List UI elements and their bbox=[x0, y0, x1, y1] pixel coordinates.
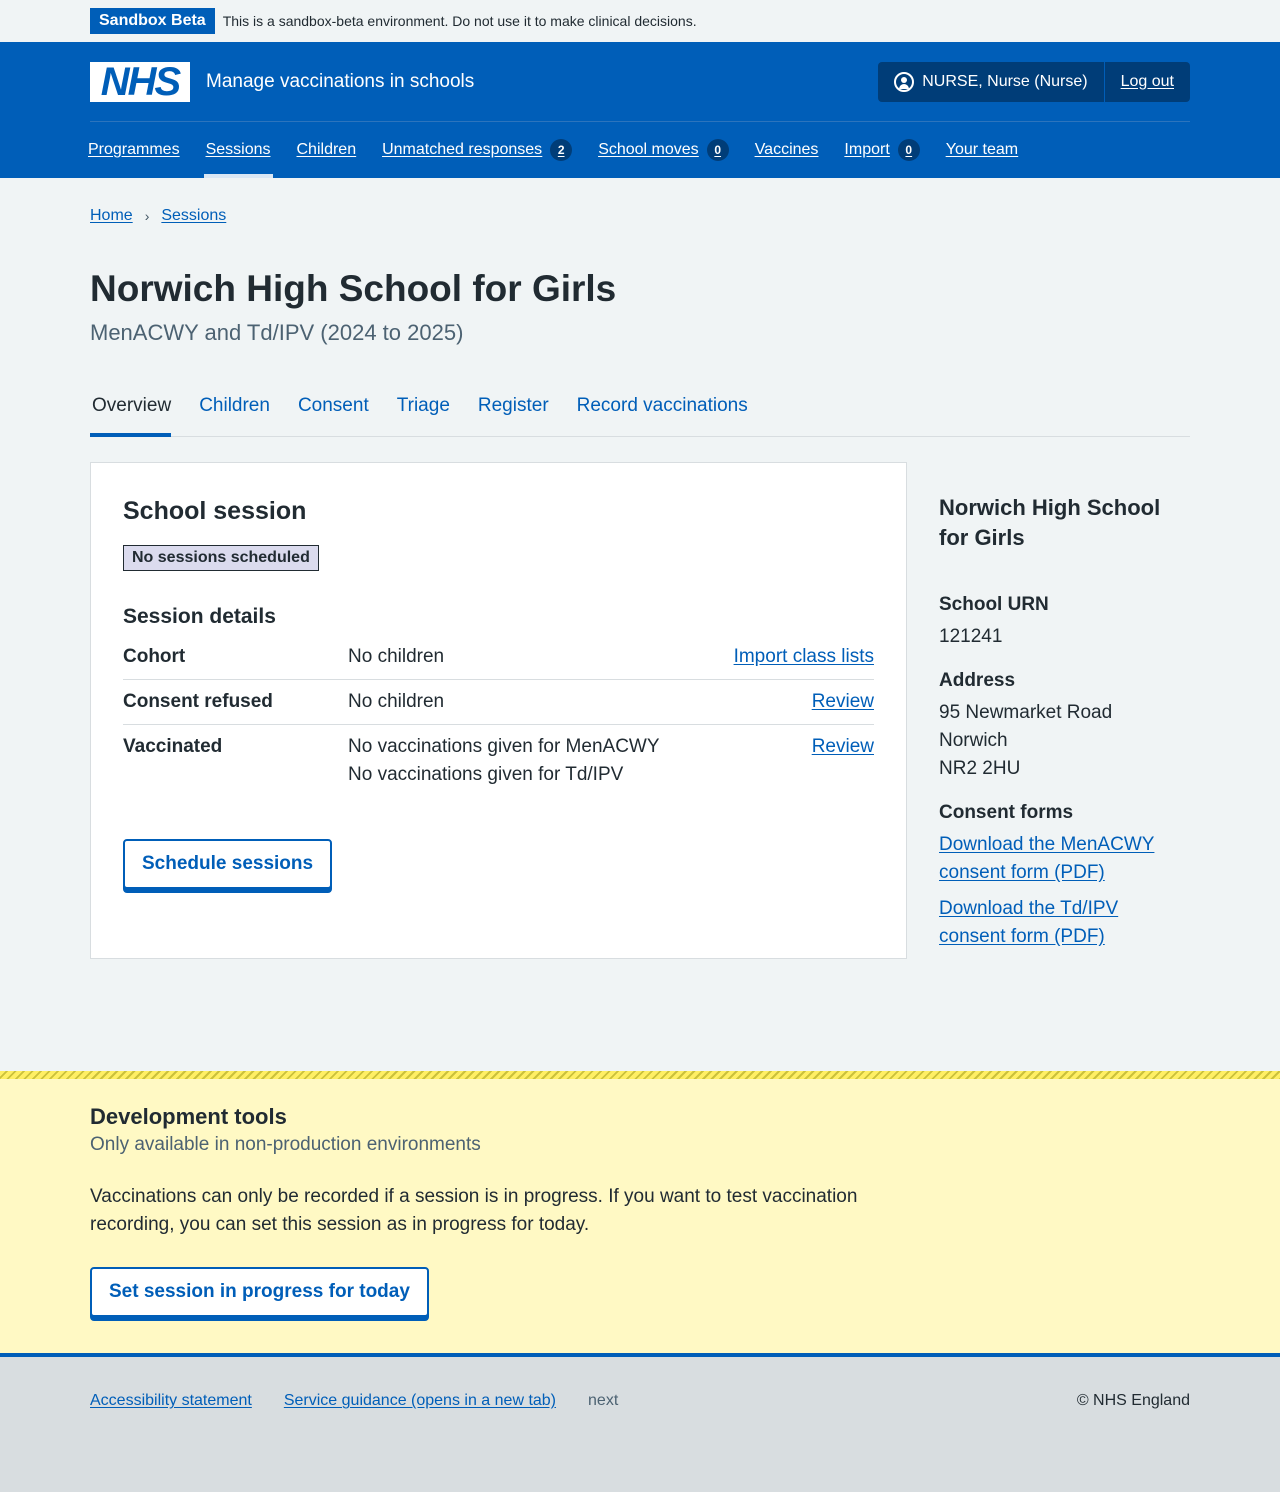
sidebar-title: Norwich High School for Girls bbox=[939, 495, 1161, 550]
nav-vaccines[interactable]: Vaccines bbox=[755, 122, 819, 178]
school-info-sidebar: Norwich High School for Girls School URN… bbox=[939, 462, 1190, 959]
tab-triage[interactable]: Triage bbox=[397, 379, 450, 436]
download-tdipv-consent-link[interactable]: Download the Td/IPV consent form (PDF) bbox=[939, 895, 1190, 951]
service-name: Manage vaccinations in schools bbox=[206, 70, 475, 92]
dev-tools-title: Development tools bbox=[90, 1104, 287, 1129]
set-session-in-progress-button[interactable]: Set session in progress for today bbox=[90, 1267, 429, 1317]
card-title: School session bbox=[123, 497, 307, 525]
breadcrumb-home[interactable]: Home bbox=[90, 202, 133, 230]
environment-label: next bbox=[588, 1392, 619, 1409]
tab-overview[interactable]: Overview bbox=[90, 379, 172, 437]
logout-link[interactable]: Log out bbox=[1105, 62, 1190, 102]
nav-count-badge: 0 bbox=[897, 139, 920, 161]
nav-children[interactable]: Children bbox=[297, 122, 357, 178]
summary-key: Vaccinated bbox=[123, 736, 223, 757]
page-caption: MenACWY and Td/IPV (2024 to 2025) bbox=[90, 320, 464, 345]
breadcrumb-sessions[interactable]: Sessions bbox=[161, 202, 226, 230]
summary-value: No children bbox=[348, 691, 445, 712]
summary-key: Consent refused bbox=[123, 691, 273, 712]
page-title: Norwich High School for Girls bbox=[90, 268, 617, 309]
session-summary-list: Cohort No children Import class lists Co… bbox=[123, 635, 874, 797]
tab-record-vaccinations[interactable]: Record vaccinations bbox=[577, 379, 748, 436]
status-badge: No sessions scheduled bbox=[123, 545, 319, 571]
schedule-sessions-button[interactable]: Schedule sessions bbox=[123, 839, 333, 889]
sandbox-text: This is a sandbox-beta environment. Do n… bbox=[222, 13, 697, 29]
tab-register[interactable]: Register bbox=[478, 379, 549, 436]
site-header: NHS Manage vaccinations in schools NURSE… bbox=[0, 42, 1280, 178]
summary-row-vaccinated: Vaccinated No vaccinations given for Men… bbox=[123, 725, 874, 797]
nav-school-moves[interactable]: School moves 0 bbox=[598, 122, 729, 178]
import-class-lists-link[interactable]: Import class lists bbox=[734, 646, 874, 667]
summary-row-cohort: Cohort No children Import class lists bbox=[123, 635, 874, 680]
site-footer: Accessibility statement Service guidance… bbox=[0, 1353, 1280, 1492]
account-user: NURSE, Nurse (Nurse) bbox=[878, 61, 1105, 102]
nav-your-team[interactable]: Your team bbox=[946, 122, 1018, 178]
dev-tools-subtitle: Only available in non-production environ… bbox=[90, 1134, 481, 1155]
tab-consent[interactable]: Consent bbox=[298, 379, 369, 436]
address-label: Address bbox=[939, 670, 1016, 691]
download-menacwy-consent-link[interactable]: Download the MenACWY consent form (PDF) bbox=[939, 831, 1190, 887]
urn-value: 121241 bbox=[939, 626, 1003, 647]
secondary-nav: Overview Children Consent Triage Registe… bbox=[90, 379, 1190, 437]
development-tools: Development tools Only available in non-… bbox=[0, 1071, 1280, 1353]
sandbox-banner: Sandbox Beta This is a sandbox-beta envi… bbox=[0, 0, 1280, 42]
summary-row-consent-refused: Consent refused No children Review bbox=[123, 680, 874, 725]
nav-sessions[interactable]: Sessions bbox=[203, 122, 273, 178]
summary-value: No vaccinations given for MenACWY No vac… bbox=[348, 736, 660, 785]
primary-nav: Programmes Sessions Children Unmatched r… bbox=[88, 122, 1190, 178]
session-details-heading: Session details bbox=[123, 605, 276, 628]
dev-tools-text: Vaccinations can only be recorded if a s… bbox=[90, 1186, 858, 1235]
breadcrumb: Home › Sessions bbox=[90, 178, 1190, 244]
nav-count-badge: 0 bbox=[706, 139, 729, 161]
sandbox-tag: Sandbox Beta bbox=[90, 8, 215, 34]
school-session-card: School session No sessions scheduled Ses… bbox=[90, 462, 907, 959]
user-name: NURSE, Nurse (Nurse) bbox=[922, 72, 1088, 90]
urn-label: School URN bbox=[939, 594, 1049, 615]
consent-forms-label: Consent forms bbox=[939, 802, 1074, 823]
nav-programmes[interactable]: Programmes bbox=[88, 122, 180, 178]
nav-import[interactable]: Import 0 bbox=[844, 122, 920, 178]
user-icon bbox=[894, 71, 915, 92]
copyright: © NHS England bbox=[1076, 1392, 1190, 1409]
review-vaccinated-link[interactable]: Review bbox=[812, 736, 874, 757]
account-menu: NURSE, Nurse (Nurse) Log out bbox=[878, 61, 1190, 102]
nav-count-badge: 2 bbox=[550, 139, 573, 161]
nav-unmatched-responses[interactable]: Unmatched responses 2 bbox=[382, 122, 573, 178]
chevron-right-icon: › bbox=[144, 208, 150, 224]
review-consent-refused-link[interactable]: Review bbox=[812, 691, 874, 712]
address-value: 95 Newmarket Road Norwich NR2 2HU bbox=[939, 702, 1113, 779]
tab-children[interactable]: Children bbox=[199, 379, 270, 436]
service-guidance-link[interactable]: Service guidance (opens in a new tab) bbox=[284, 1387, 556, 1415]
main-content: Home › Sessions Norwich High School for … bbox=[90, 178, 1190, 959]
home-logo-link[interactable]: NHS Manage vaccinations in schools bbox=[90, 61, 475, 102]
nhs-logo: NHS bbox=[90, 61, 190, 102]
summary-value: No children bbox=[348, 646, 445, 667]
summary-key: Cohort bbox=[123, 646, 186, 667]
accessibility-statement-link[interactable]: Accessibility statement bbox=[90, 1387, 252, 1415]
